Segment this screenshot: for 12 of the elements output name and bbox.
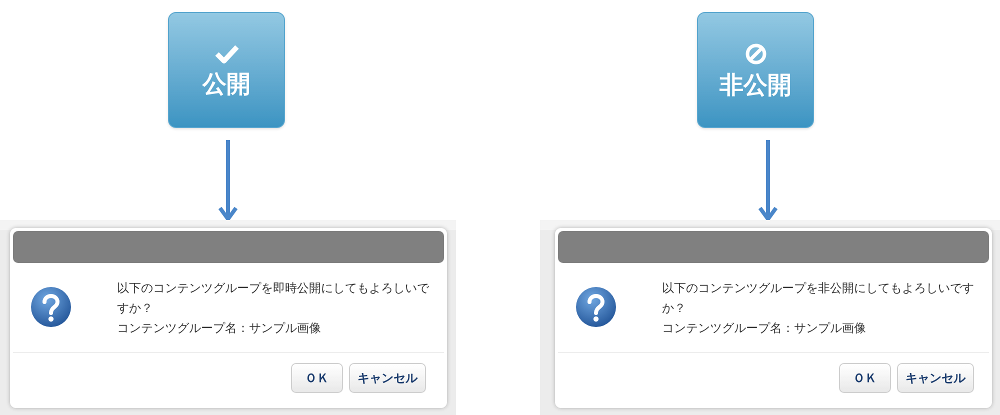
confirm-message: 以下のコンテンツグループを非公開にしてもよろしいですか？ bbox=[662, 280, 975, 317]
check-icon bbox=[214, 44, 238, 64]
confirm-message: 以下のコンテンツグループを即時公開にしてもよろしいですか？ bbox=[117, 280, 430, 317]
question-icon bbox=[30, 286, 72, 328]
question-icon bbox=[575, 286, 617, 328]
group-name-text: コンテンツグループ名：サンプル画像 bbox=[662, 320, 867, 337]
prohibited-icon bbox=[744, 43, 766, 65]
cancel-button[interactable]: キャンセル bbox=[897, 363, 974, 393]
ok-button[interactable]: ＯＫ bbox=[839, 363, 891, 393]
cancel-button[interactable]: キャンセル bbox=[349, 363, 426, 393]
ok-button[interactable]: ＯＫ bbox=[291, 363, 343, 393]
group-name-text: コンテンツグループ名：サンプル画像 bbox=[117, 320, 322, 337]
